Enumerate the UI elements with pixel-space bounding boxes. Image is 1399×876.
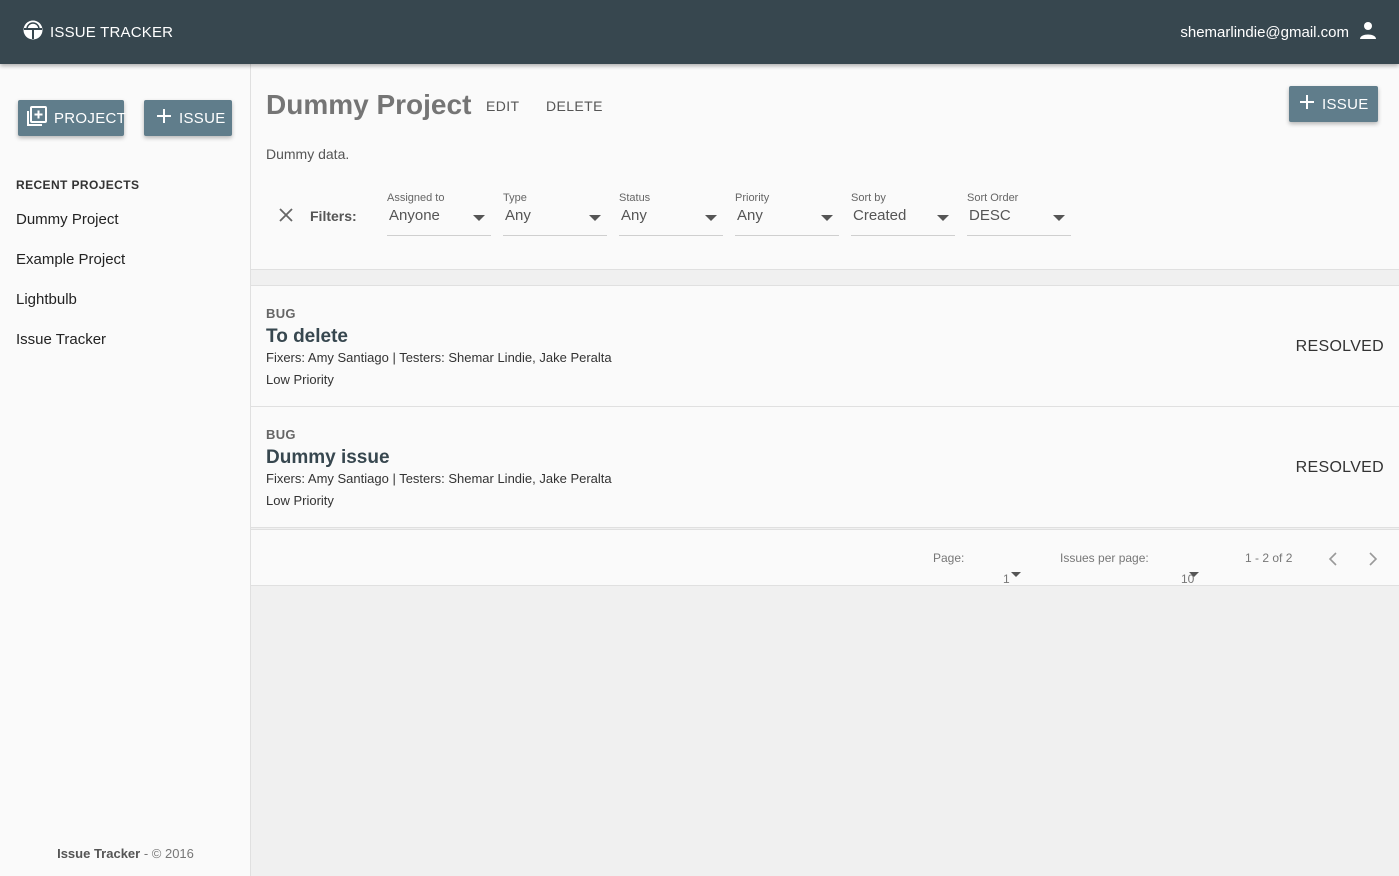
plus-icon [1299,94,1315,114]
project-title: Dummy Project [266,89,472,120]
filter-select[interactable]: Any [735,207,839,236]
dropdown-arrow-icon [473,215,485,221]
filter-label: Status [619,192,651,204]
user-menu[interactable]: shemarlindie@gmail.com [1180,21,1377,43]
filter-select[interactable]: Any [503,207,607,236]
recent-project-item[interactable]: Lightbulb [16,291,125,331]
pagination-bar: Page: 1 Issues per page: 10 1 - 2 of 2 [251,529,1399,586]
issue-people: Fixers: Amy Santiago | Testers: Shemar L… [266,350,612,365]
issue-type: BUG [266,306,296,321]
issue-people: Fixers: Amy Santiago | Testers: Shemar L… [266,471,612,486]
page-label: Page: [933,551,965,565]
plus-icon [156,108,172,128]
issue-title[interactable]: To delete [266,326,348,348]
filter-priority[interactable]: Priority Any [735,192,839,236]
issue-list: BUG To delete Fixers: Amy Santiago | Tes… [251,285,1399,528]
add-issue-button[interactable]: ISSUE [1289,86,1378,122]
app-bar: ISSUE TRACKER shemarlindie@gmail.com [0,0,1399,64]
filter-label: Sort Order [967,192,1019,204]
page-value: 1 [1003,572,1010,586]
filter-value: Anyone [389,207,440,224]
recent-projects-heading: RECENT PROJECTS [16,178,140,192]
sidebar-footer: Issue Tracker - © 2016 [0,846,251,861]
filter-select[interactable]: Created [851,207,955,236]
footer-app-name: Issue Tracker [57,846,141,861]
filter-select[interactable]: Any [619,207,723,236]
issue-title[interactable]: Dummy issue [266,447,390,469]
filter-sort-order[interactable]: Sort Order DESC [967,192,1071,236]
issue-row[interactable]: BUG Dummy issue Fixers: Amy Santiago | T… [251,407,1399,528]
filters-bar: Filters: Assigned to Anyone Type Any Sta… [266,192,1083,238]
page-range: 1 - 2 of 2 [1245,551,1293,565]
filter-type[interactable]: Type Any [503,192,607,236]
edit-project-button[interactable]: EDIT [486,98,520,114]
chevron-left-icon[interactable] [1327,551,1339,570]
dropdown-arrow-icon [705,215,717,221]
filter-select[interactable]: Anyone [387,207,491,236]
new-issue-label: ISSUE [179,109,226,127]
app-title: ISSUE TRACKER [50,23,174,41]
brand[interactable]: ISSUE TRACKER [23,20,173,45]
user-email: shemarlindie@gmail.com [1180,23,1349,41]
chevron-right-icon[interactable] [1367,551,1379,570]
delete-project-button[interactable]: DELETE [546,98,603,114]
recent-project-item[interactable]: Example Project [16,251,125,291]
filter-label: Assigned to [387,192,445,204]
new-project-button[interactable]: PROJECT [18,100,127,136]
filters-label: Filters: [310,208,357,224]
clear-filters-icon[interactable] [266,192,306,238]
app-logo-icon [23,20,43,45]
project-header: Dummy Project EDIT DELETE ISSUE Dummy da… [251,64,1399,270]
filter-assigned-to[interactable]: Assigned to Anyone [387,192,491,236]
add-issue-label: ISSUE [1322,95,1369,113]
dropdown-arrow-icon [821,215,833,221]
library-add-icon [27,106,47,130]
dropdown-arrow-icon [1011,572,1021,577]
filter-value: Any [621,207,647,224]
dropdown-arrow-icon [1053,215,1065,221]
main-content: Dummy Project EDIT DELETE ISSUE Dummy da… [251,64,1399,876]
filter-label: Type [503,192,527,204]
filter-select[interactable]: DESC [967,207,1071,236]
recent-project-item[interactable]: Dummy Project [16,211,125,251]
footer-copyright: - © 2016 [140,846,194,861]
filter-sort-by[interactable]: Sort by Created [851,192,955,236]
issue-status: RESOLVED [1295,459,1384,476]
project-description: Dummy data. [266,146,350,162]
filter-value: Any [737,207,763,224]
filter-value: Any [505,207,531,224]
issue-row[interactable]: BUG To delete Fixers: Amy Santiago | Tes… [251,286,1399,407]
recent-projects-list: Dummy Project Example Project Lightbulb … [16,211,125,371]
recent-project-item[interactable]: Issue Tracker [16,331,125,371]
issue-priority: Low Priority [266,372,334,387]
new-issue-button[interactable]: ISSUE [144,100,232,136]
issue-status: RESOLVED [1295,338,1384,355]
per-page-label: Issues per page: [1060,551,1149,565]
account-icon[interactable] [1359,21,1377,43]
divider [251,270,1399,285]
new-project-label: PROJECT [54,109,127,127]
filter-status[interactable]: Status Any [619,192,723,236]
dropdown-arrow-icon [937,215,949,221]
sidebar: PROJECT ISSUE RECENT PROJECTS Dummy Proj… [0,64,251,876]
filter-label: Priority [735,192,770,204]
filter-value: Created [853,207,907,224]
issue-priority: Low Priority [266,493,334,508]
filter-label: Sort by [851,192,886,204]
filter-value: DESC [969,207,1011,224]
issue-type: BUG [266,427,296,442]
dropdown-arrow-icon [1189,572,1199,577]
dropdown-arrow-icon [589,215,601,221]
